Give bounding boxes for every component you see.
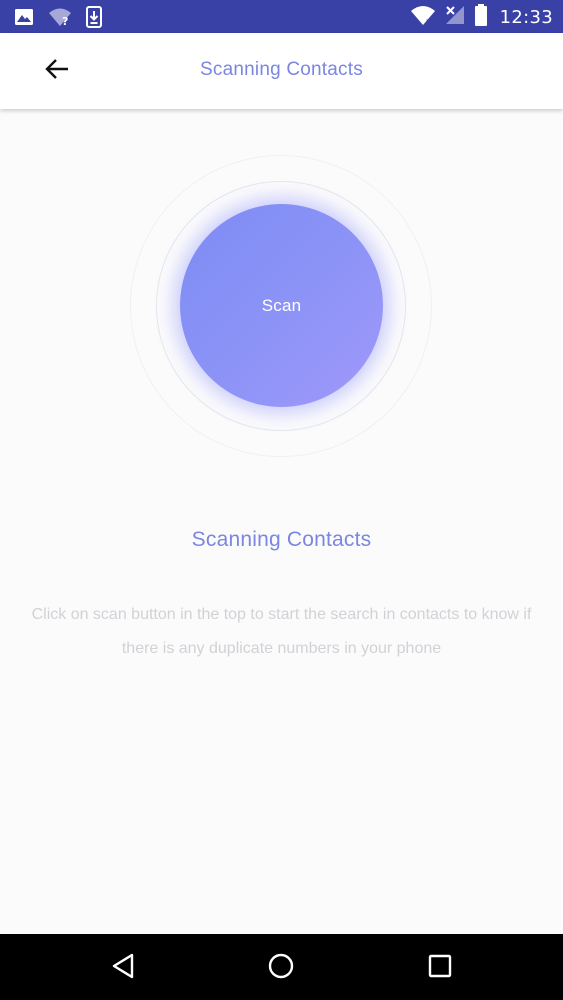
back-triangle-icon <box>110 952 136 985</box>
wifi-question-icon: ? <box>48 7 72 32</box>
image-icon <box>14 7 34 32</box>
app-bar: Scanning Contacts <box>0 33 563 109</box>
scanning-contacts-screen: ? x 12:33 Scanning Contacts Scan Scannin… <box>0 0 563 1000</box>
recents-square-icon <box>427 953 453 984</box>
no-signal-icon <box>444 4 466 31</box>
status-system: x 12:33 <box>410 4 553 31</box>
scan-button[interactable]: Scan <box>180 204 383 407</box>
battery-icon <box>474 4 488 31</box>
scan-button-label: Scan <box>261 295 302 315</box>
nav-recents-button[interactable] <box>425 953 455 983</box>
scan-description: Click on scan button in the top to start… <box>31 606 532 657</box>
svg-text:x: x <box>426 17 433 26</box>
status-bar: ? x 12:33 <box>0 0 563 33</box>
nav-back-button[interactable] <box>108 953 138 983</box>
svg-text:?: ? <box>62 15 68 27</box>
download-icon <box>86 6 102 33</box>
wifi-icon: x <box>410 4 436 31</box>
system-nav-bar <box>0 934 563 1000</box>
status-clock: 12:33 <box>499 7 553 28</box>
section-title: Scanning Contacts <box>191 528 372 551</box>
nav-home-button[interactable] <box>266 953 296 983</box>
app-bar-title: Scanning Contacts <box>200 59 363 80</box>
home-circle-icon <box>267 952 295 985</box>
status-notifications: ? <box>14 6 102 33</box>
